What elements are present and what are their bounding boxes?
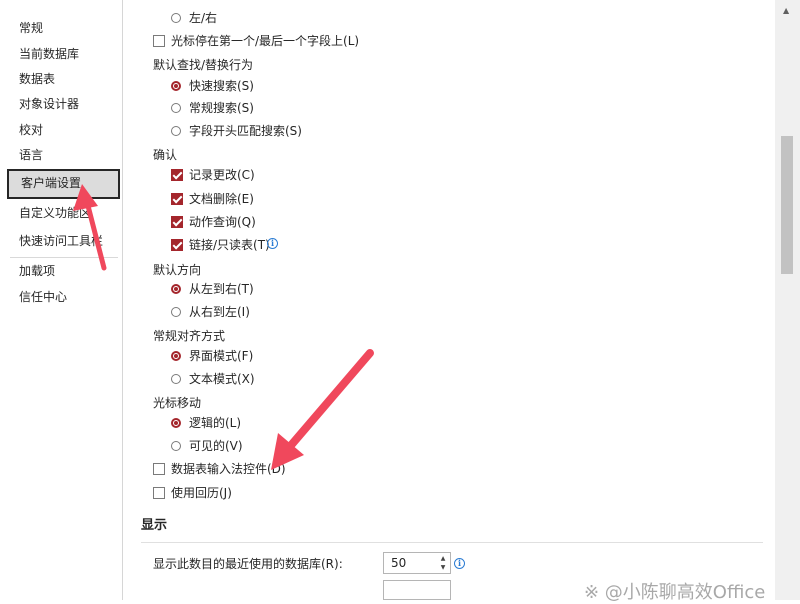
- nav-item-client-settings[interactable]: 客户端设置: [7, 169, 120, 199]
- radio-button-selected[interactable]: [171, 351, 181, 361]
- nav-item-add-ins[interactable]: 加载项: [7, 258, 120, 284]
- radio-button[interactable]: [171, 126, 181, 136]
- radio-button[interactable]: [171, 103, 181, 113]
- vertical-scrollbar[interactable]: ▲: [775, 0, 800, 600]
- scrollbar-thumb[interactable]: [781, 136, 793, 274]
- info-icon[interactable]: i: [267, 238, 278, 249]
- radio-button[interactable]: [171, 13, 181, 23]
- option-label: 从右到左(I): [189, 305, 250, 319]
- general-alignment-heading: 常规对齐方式: [153, 329, 226, 343]
- nav-item-customize-ribbon[interactable]: 自定义功能区: [7, 200, 120, 226]
- nav-item-datasheet[interactable]: 数据表: [7, 66, 120, 92]
- spin-up-icon[interactable]: ▲: [438, 554, 448, 563]
- radio-button-selected[interactable]: [171, 284, 181, 294]
- checkbox[interactable]: [153, 35, 165, 47]
- option-label: 左/右: [189, 11, 218, 25]
- option-label: 记录更改(C): [189, 168, 255, 182]
- checkbox-checked[interactable]: [171, 169, 183, 181]
- section-divider: [141, 542, 763, 543]
- option-label: 文档删除(E): [189, 192, 254, 206]
- nav-item-proofing[interactable]: 校对: [7, 117, 120, 143]
- checkbox-checked[interactable]: [171, 193, 183, 205]
- option-label: 界面模式(F): [189, 349, 254, 363]
- info-icon[interactable]: i: [454, 558, 465, 569]
- option-label: 字段开头匹配搜索(S): [189, 124, 302, 138]
- next-spinner-partial[interactable]: [383, 580, 451, 600]
- nav-item-language[interactable]: 语言: [7, 142, 120, 168]
- display-section-title: 显示: [141, 518, 168, 533]
- spin-down-icon[interactable]: ▼: [438, 563, 448, 572]
- recent-databases-label: 显示此数目的最近使用的数据库(R):: [153, 557, 343, 571]
- radio-button[interactable]: [171, 374, 181, 384]
- default-direction-heading: 默认方向: [153, 263, 202, 277]
- cursor-movement-heading: 光标移动: [153, 396, 202, 410]
- option-label: 动作查询(Q): [189, 215, 256, 229]
- checkbox[interactable]: [153, 463, 165, 475]
- option-label: 数据表输入法控件(D): [171, 462, 286, 476]
- spinner-value: 50: [391, 556, 407, 570]
- watermark: ※ @小陈聊高效Office: [584, 582, 766, 603]
- scroll-up-icon[interactable]: ▲: [783, 6, 789, 15]
- radio-button-selected[interactable]: [171, 81, 181, 91]
- nav-item-quick-access-toolbar[interactable]: 快速访问工具栏: [7, 228, 120, 254]
- nav-item-trust-center[interactable]: 信任中心: [7, 284, 120, 310]
- nav-item-general[interactable]: 常规: [7, 15, 120, 41]
- option-label: 使用回历(J): [171, 486, 232, 500]
- find-replace-heading: 默认查找/替换行为: [153, 58, 254, 72]
- nav-item-object-designers[interactable]: 对象设计器: [7, 91, 120, 117]
- confirm-heading: 确认: [153, 148, 178, 162]
- radio-button[interactable]: [171, 307, 181, 317]
- option-label: 链接/只读表(T): [189, 238, 270, 252]
- option-label: 文本模式(X): [189, 372, 255, 386]
- checkbox[interactable]: [153, 487, 165, 499]
- checkbox-checked[interactable]: [171, 239, 183, 251]
- recent-databases-spinner[interactable]: 50 ▲ ▼: [383, 552, 451, 574]
- checkbox-checked[interactable]: [171, 216, 183, 228]
- nav-item-current-database[interactable]: 当前数据库: [7, 41, 120, 67]
- client-settings-pane: 左/右 光标停在第一个/最后一个字段上(L) 默认查找/替换行为 快速搜索(S)…: [123, 0, 775, 600]
- radio-button-selected[interactable]: [171, 418, 181, 428]
- options-sidebar: 常规 当前数据库 数据表 对象设计器 校对 语言 客户端设置 自定义功能区 快速…: [0, 0, 123, 600]
- option-label: 逻辑的(L): [189, 416, 242, 430]
- option-label: 常规搜索(S): [189, 101, 254, 115]
- option-label: 可见的(V): [189, 439, 243, 453]
- option-label: 快速搜索(S): [189, 79, 254, 93]
- radio-button[interactable]: [171, 441, 181, 451]
- option-label: 从左到右(T): [189, 282, 254, 296]
- option-label: 光标停在第一个/最后一个字段上(L): [171, 34, 360, 48]
